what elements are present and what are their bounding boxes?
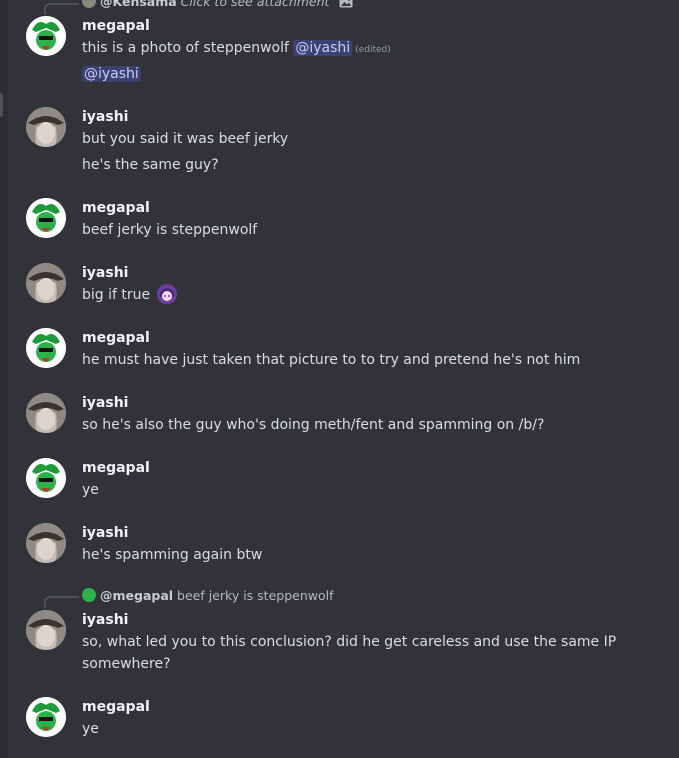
message-text: he's spamming again btw	[82, 547, 263, 563]
message-text: but you said it was beef jerky	[82, 131, 289, 147]
message-text-part: big if true	[82, 287, 151, 303]
reply-author: @Kensama	[100, 0, 177, 9]
message-author[interactable]: iyashi	[82, 107, 128, 127]
message-author[interactable]: iyashi	[82, 523, 128, 543]
message-text-part: this is a photo of steppenwolf	[82, 40, 294, 56]
avatar[interactable]	[26, 610, 66, 650]
message-text: beef jerky is steppenwolf	[82, 222, 258, 238]
message-text: this is a photo of steppenwolf @iyashi (e…	[82, 37, 391, 61]
message-text: so, what led you to this conclusion? did…	[82, 634, 617, 650]
avatar[interactable]	[26, 16, 66, 56]
reply-avatar-icon	[82, 0, 96, 8]
message-author[interactable]: megapal	[82, 198, 150, 218]
avatar[interactable]	[26, 523, 66, 563]
reply-author: @megapal	[100, 588, 174, 603]
reply-connector	[44, 3, 79, 15]
message-author[interactable]: iyashi	[82, 393, 128, 413]
reply-connector	[44, 596, 79, 608]
message-text: ye	[82, 482, 99, 498]
message-text: somewhere?	[82, 656, 171, 672]
anime-girl-emoji-icon[interactable]	[156, 284, 177, 304]
avatar[interactable]	[26, 393, 66, 433]
reply-avatar-icon	[82, 588, 96, 602]
avatar[interactable]	[26, 697, 66, 737]
message-text: big if true	[82, 284, 177, 306]
avatar[interactable]	[26, 198, 66, 238]
message-text: so he's also the guy who's doing meth/fe…	[82, 417, 545, 433]
edited-label: (edited)	[355, 45, 391, 55]
reply-text: beef jerky is steppenwolf	[177, 588, 334, 603]
message-text: ye	[82, 721, 99, 737]
message-author[interactable]: megapal	[82, 16, 150, 36]
avatar[interactable]	[26, 458, 66, 498]
avatar[interactable]	[26, 328, 66, 368]
scroll-marker	[0, 93, 3, 117]
reply-preview[interactable]: @megapal beef jerky is steppenwolf	[82, 588, 334, 604]
top-reply-preview[interactable]: @Kensama Click to see attachment	[82, 0, 353, 10]
message-author[interactable]: megapal	[82, 458, 150, 478]
message-text: he must have just taken that picture to …	[82, 352, 581, 368]
reply-text: Click to see attachment	[180, 0, 330, 9]
avatar[interactable]	[26, 263, 66, 303]
message-author[interactable]: megapal	[82, 697, 150, 717]
message-author[interactable]: iyashi	[82, 610, 128, 630]
message-text: @iyashi	[82, 63, 141, 85]
user-mention[interactable]: @iyashi	[293, 40, 353, 56]
message-text: he's the same guy?	[82, 157, 219, 173]
message-author[interactable]: megapal	[82, 328, 150, 348]
avatar[interactable]	[26, 107, 66, 147]
image-icon	[339, 0, 353, 8]
user-mention[interactable]: @iyashi	[82, 66, 141, 82]
message-author[interactable]: iyashi	[82, 263, 128, 283]
